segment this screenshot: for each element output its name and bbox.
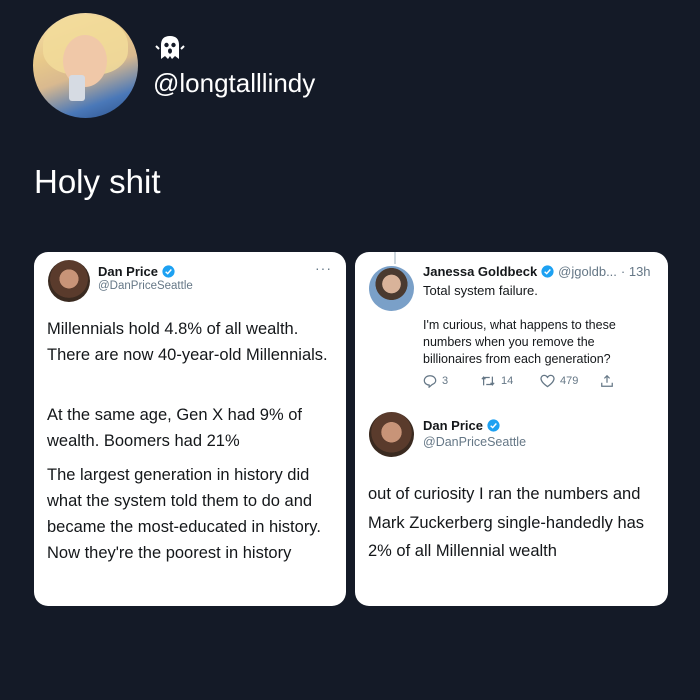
tweet-paragraph-3: The largest generation in history did wh… [47, 466, 321, 562]
verified-badge-icon [162, 265, 175, 278]
right-thread-card[interactable]: Janessa Goldbeck @jgoldb... · 13h Total … [355, 252, 668, 606]
tweet-body-text: out of curiosity I ran the numbers and M… [368, 485, 645, 560]
verified-badge-icon [487, 419, 500, 432]
reply-author-handle[interactable]: @jgoldb... [558, 264, 617, 279]
like-action[interactable]: 479 [540, 374, 600, 388]
tweet-author: Dan Price [423, 418, 500, 433]
post-text: Holy shit [34, 163, 161, 200]
reply-body-text: I'm curious, what happens to these numbe… [423, 318, 616, 366]
reply-lead-text: Total system failure. [423, 283, 538, 298]
retweet-count: 14 [501, 375, 514, 387]
thread-line [394, 252, 396, 264]
screenshot-divider [346, 252, 355, 606]
profile-avatar[interactable] [33, 13, 138, 118]
tweet-paragraph-1: Millennials hold 4.8% of all wealth. The… [47, 320, 328, 364]
retweet-icon [481, 376, 495, 386]
verified-badge-icon [541, 265, 554, 278]
reply-action[interactable]: 3 [423, 374, 480, 388]
reply-actions: 3 14 479 [423, 374, 614, 388]
share-icon[interactable] [600, 374, 614, 388]
author-handle[interactable]: @DanPriceSeattle [423, 435, 526, 449]
dan-price-avatar[interactable] [369, 412, 414, 457]
retweet-action[interactable]: 14 [480, 374, 540, 388]
author-handle[interactable]: @DanPriceSeattle [98, 280, 193, 292]
reply-count: 3 [442, 375, 449, 387]
left-tweet-author: Dan Price [98, 264, 175, 279]
tweet-paragraph-2: At the same age, Gen X had 9% of wealth.… [47, 406, 302, 450]
reply-author-name[interactable]: Janessa Goldbeck [423, 264, 537, 279]
reply-author: Janessa Goldbeck @jgoldb... · 13h [423, 264, 651, 279]
avatar-can [69, 75, 85, 101]
janessa-avatar[interactable] [369, 266, 414, 311]
left-tweet-card[interactable]: Dan Price @DanPriceSeattle ··· Millennia… [34, 252, 346, 606]
reply-timestamp[interactable]: · 13h [621, 264, 651, 279]
heart-icon [540, 374, 555, 388]
like-count: 479 [560, 375, 579, 387]
author-name[interactable]: Dan Price [423, 418, 483, 433]
author-name[interactable]: Dan Price [98, 264, 158, 279]
reply-icon [423, 375, 437, 388]
more-options-icon[interactable]: ··· [315, 260, 332, 276]
post-author-handle[interactable]: @longtalllindy [153, 68, 315, 99]
dan-price-avatar[interactable] [48, 260, 90, 302]
ghost-icon [155, 36, 185, 59]
